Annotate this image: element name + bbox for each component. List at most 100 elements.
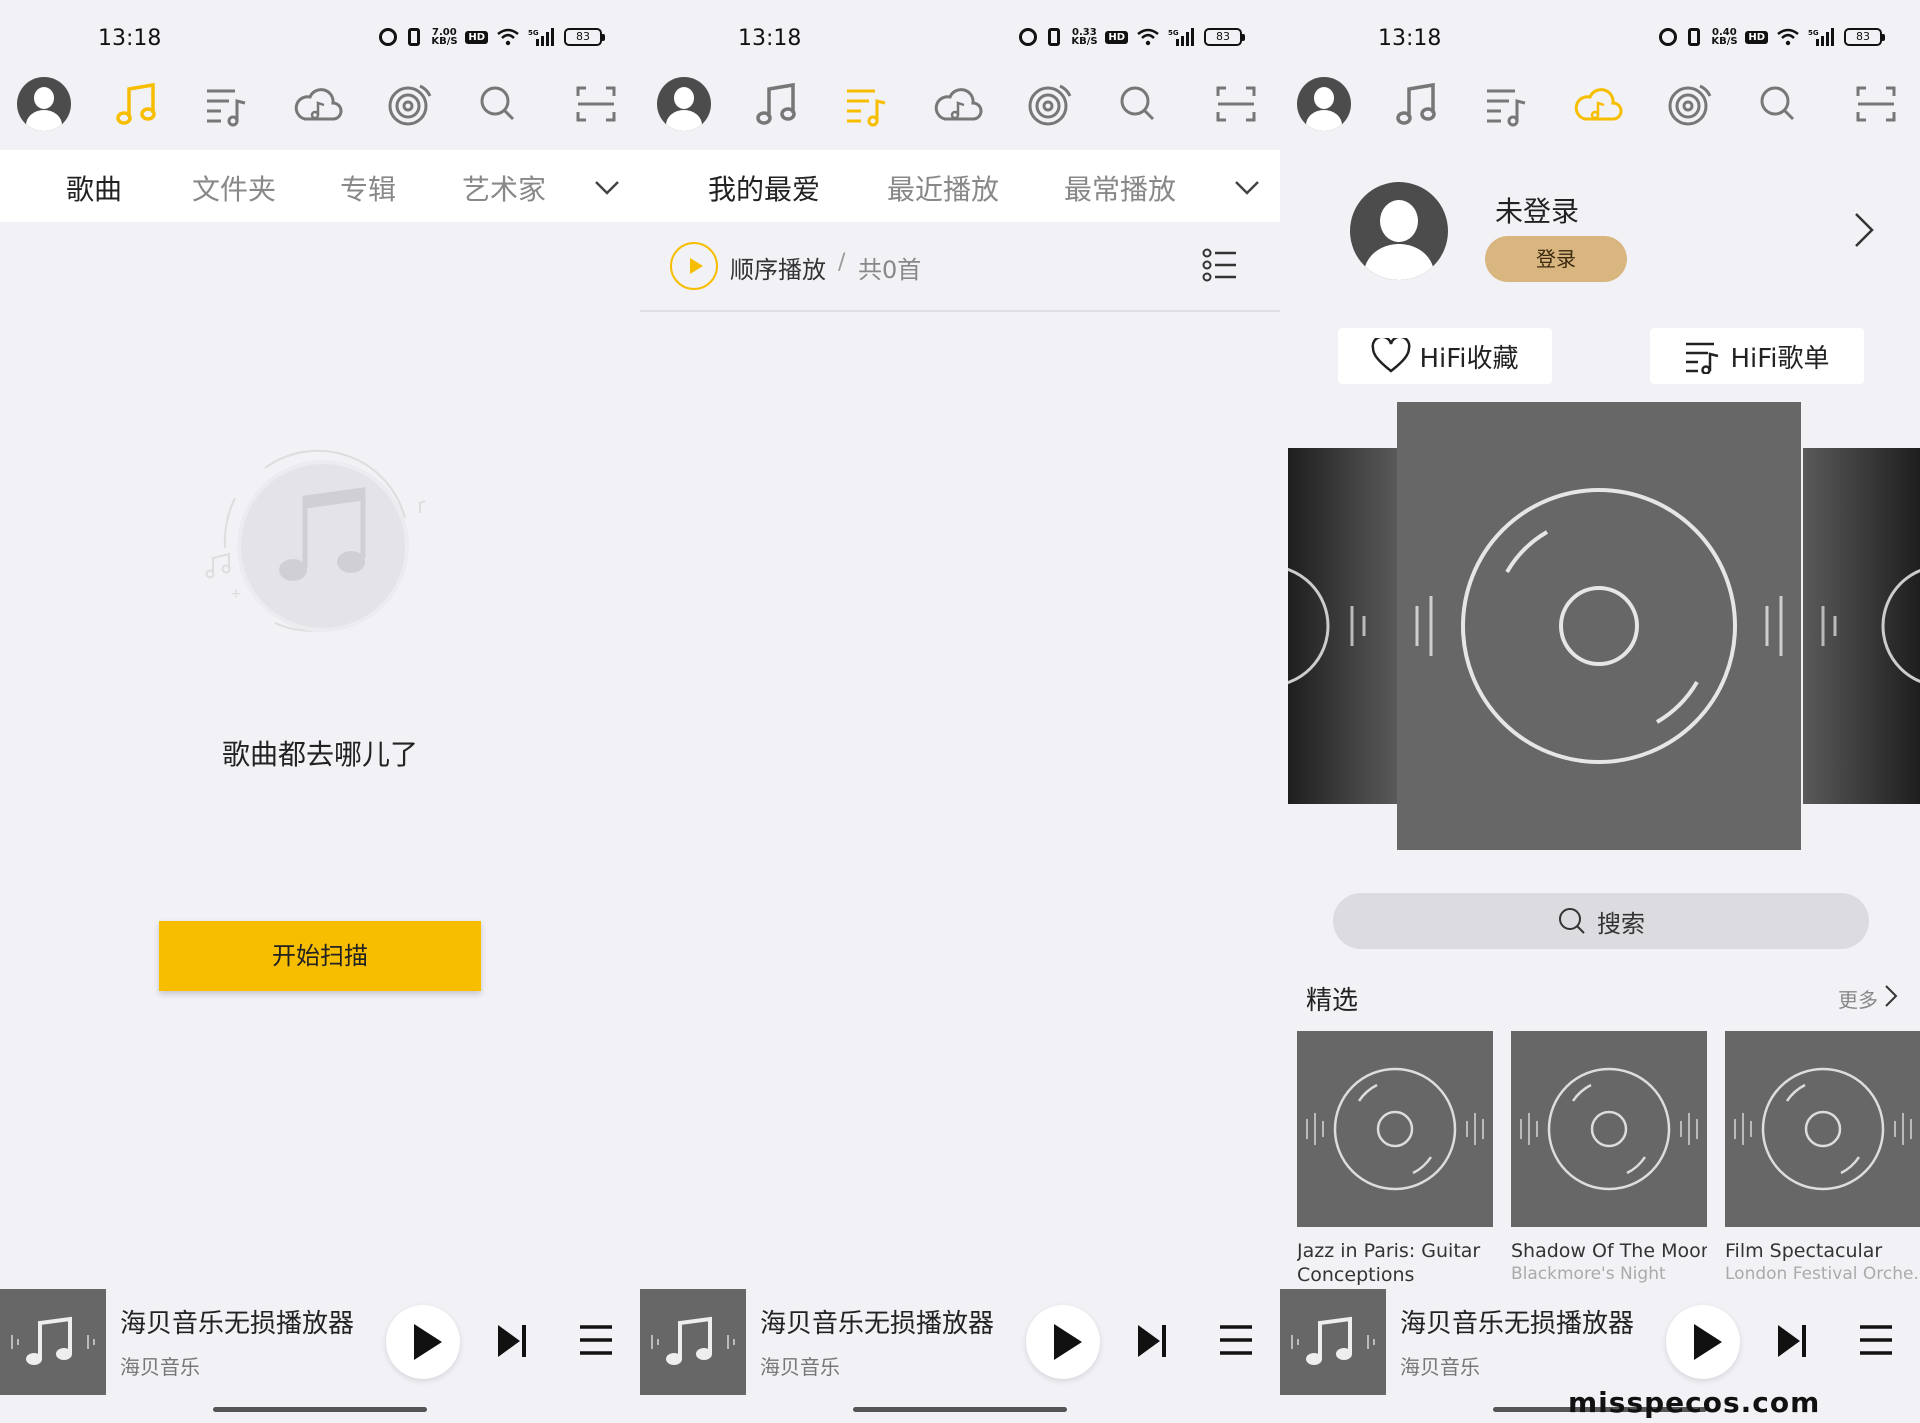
nav-scan[interactable]: [1848, 76, 1904, 132]
next-track-icon[interactable]: [1134, 1321, 1170, 1361]
album-card[interactable]: Film Spectacular London Festival Orche..…: [1725, 1031, 1920, 1285]
next-track-icon[interactable]: [494, 1321, 530, 1361]
playlist-tabs: 我的最爱 最近播放 最常播放: [640, 150, 1280, 222]
nav-songs[interactable]: [1388, 76, 1444, 132]
status-time: 13:18: [1378, 26, 1442, 51]
next-track-icon[interactable]: [1774, 1321, 1810, 1361]
nav-playlist[interactable]: [1478, 76, 1534, 132]
nav-avatar[interactable]: [1296, 76, 1352, 132]
play-all-button[interactable]: [670, 242, 718, 290]
cloud-music-icon: [934, 88, 983, 121]
svg-text:5G: 5G: [1808, 29, 1819, 37]
vinyl-disc-icon: [1415, 488, 1783, 764]
alarm-icon: [379, 28, 398, 46]
login-button[interactable]: 登录: [1485, 236, 1627, 282]
album-card[interactable]: Shadow Of The Moon Blackmore's Night: [1511, 1031, 1707, 1285]
svg-text:5G: 5G: [1168, 29, 1179, 37]
nav-cloud[interactable]: [930, 76, 986, 132]
hifi-favorites-button[interactable]: HiFi收藏: [1338, 328, 1552, 384]
nav-playlist[interactable]: [198, 76, 254, 132]
playlist-icon: [847, 89, 886, 127]
nav-playlist[interactable]: [838, 76, 894, 132]
network-speed: 0.40 KB/S: [1711, 27, 1738, 47]
nav-scan[interactable]: [1208, 76, 1264, 132]
queue-icon[interactable]: [1218, 1323, 1254, 1357]
status-time: 13:18: [98, 26, 162, 51]
carousel-cover-main[interactable]: [1397, 402, 1801, 850]
mini-player[interactable]: 海贝音乐无损播放器 海贝音乐: [0, 1289, 640, 1395]
nav-avatar[interactable]: [656, 76, 712, 132]
status-icons: 0.33 KB/S HD 5G 83: [1019, 28, 1245, 47]
music-note-icon: [756, 82, 796, 125]
battery-indicator: 83: [1204, 28, 1245, 46]
tab-folders[interactable]: 文件夹: [192, 168, 276, 208]
tab-albums[interactable]: 专辑: [340, 168, 396, 208]
radio-icon: [388, 84, 432, 126]
mini-player-title: 海贝音乐无损播放器: [1400, 1309, 1635, 1339]
top-nav: [0, 72, 640, 142]
play-mode-label[interactable]: 顺序播放: [730, 250, 826, 285]
signal-icon: 5G: [1168, 28, 1194, 46]
queue-icon[interactable]: [1858, 1323, 1894, 1357]
nav-scan[interactable]: [568, 76, 624, 132]
list-select-icon[interactable]: [1202, 248, 1238, 282]
start-scan-button[interactable]: 开始扫描: [159, 921, 481, 991]
song-count: 共0首: [858, 256, 922, 284]
mini-player-title: 海贝音乐无损播放器: [760, 1309, 995, 1339]
nav-search[interactable]: [1110, 76, 1166, 132]
more-link[interactable]: 更多: [1838, 984, 1878, 1013]
playlist-icon: [207, 89, 246, 127]
nav-search[interactable]: [1750, 76, 1806, 132]
chevron-right-icon[interactable]: [1852, 210, 1876, 250]
chevron-right-icon[interactable]: [1884, 984, 1898, 1008]
mini-player-subtitle: 海贝音乐: [760, 1355, 840, 1379]
alarm-icon: [1019, 28, 1038, 46]
home-indicator: [213, 1407, 427, 1412]
battery-indicator: 83: [1844, 28, 1885, 46]
mini-player[interactable]: 海贝音乐无损播放器 海贝音乐: [1280, 1289, 1920, 1395]
album-artist: London Festival Orche...: [1725, 1264, 1920, 1284]
top-nav: [1280, 72, 1920, 142]
nav-avatar[interactable]: [16, 76, 72, 132]
carousel-cover-right[interactable]: [1803, 448, 1920, 804]
tab-recent[interactable]: 最近播放: [887, 168, 999, 208]
play-button[interactable]: [1026, 1305, 1100, 1379]
profile-avatar[interactable]: [1350, 182, 1448, 280]
nav-cloud[interactable]: [1570, 76, 1626, 132]
status-bar: 13:18 0.40 KB/S HD 5G 83: [1280, 0, 1920, 80]
wifi-icon: [497, 28, 519, 46]
search-bar[interactable]: 搜索: [1333, 893, 1869, 949]
nav-songs[interactable]: [108, 76, 164, 132]
search-icon: [1760, 86, 1795, 121]
album-card[interactable]: Jazz in Paris: Guitar Conceptions: [1297, 1031, 1493, 1287]
nav-search[interactable]: [470, 76, 526, 132]
album-title-line2: Conceptions: [1297, 1264, 1415, 1286]
mini-player[interactable]: 海贝音乐无损播放器 海贝音乐: [640, 1289, 1280, 1395]
hifi-playlist-button[interactable]: HiFi歌单: [1650, 328, 1864, 384]
carousel-cover-left[interactable]: [1288, 448, 1398, 804]
chevron-down-icon[interactable]: [1232, 172, 1262, 202]
wifi-icon: [1137, 28, 1159, 46]
search-icon: [1120, 86, 1155, 121]
search-label: 搜索: [1597, 909, 1645, 938]
play-button[interactable]: [386, 1305, 460, 1379]
featured-carousel[interactable]: [1280, 402, 1920, 850]
tab-artists[interactable]: 艺术家: [462, 168, 546, 208]
radio-icon: [1668, 84, 1712, 126]
nav-radio[interactable]: [1022, 76, 1078, 132]
hd-badge: HD: [1745, 30, 1768, 44]
nav-radio[interactable]: [1662, 76, 1718, 132]
tab-most-played[interactable]: 最常播放: [1064, 168, 1176, 208]
nav-radio[interactable]: [382, 76, 438, 132]
nav-songs[interactable]: [748, 76, 804, 132]
tab-songs[interactable]: 歌曲: [66, 168, 122, 208]
nav-cloud[interactable]: [290, 76, 346, 132]
chevron-down-icon[interactable]: [592, 172, 622, 202]
tab-favorites[interactable]: 我的最爱: [708, 168, 820, 208]
status-time: 13:18: [738, 26, 802, 51]
play-button[interactable]: [1666, 1305, 1740, 1379]
queue-icon[interactable]: [578, 1323, 614, 1357]
screen-hifi-cloud: 13:18 0.40 KB/S HD 5G 83 未登录 登录 HiFi收藏 H…: [1280, 0, 1920, 1423]
scan-icon: [1856, 86, 1896, 122]
top-nav: [640, 72, 1280, 142]
